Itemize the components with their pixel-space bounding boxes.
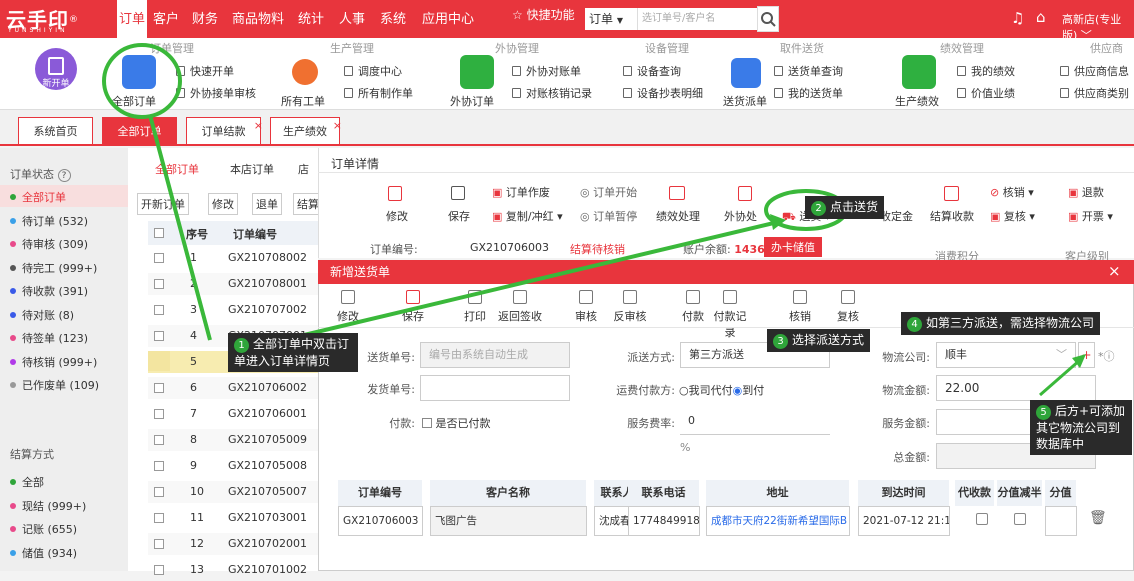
annotation-1: 1 全部订单中双击订单进入订单详情页 xyxy=(228,333,358,372)
arrow-line xyxy=(261,220,779,347)
annotation-2: 2 点击送货 xyxy=(805,196,885,219)
annotation-4: 4 如第三方派送，需选择物流公司 xyxy=(901,312,1101,335)
annotation-overlay xyxy=(102,43,1086,397)
highlight-circle xyxy=(102,43,182,119)
arrow-line xyxy=(148,114,212,341)
selected-row-highlight xyxy=(148,351,170,371)
annotation-3: 3 选择派送方式 xyxy=(767,329,871,352)
arrow-line xyxy=(1039,358,1081,397)
annotation-5: 5 后方+可添加其它物流公司到数据库中 xyxy=(1030,400,1132,455)
